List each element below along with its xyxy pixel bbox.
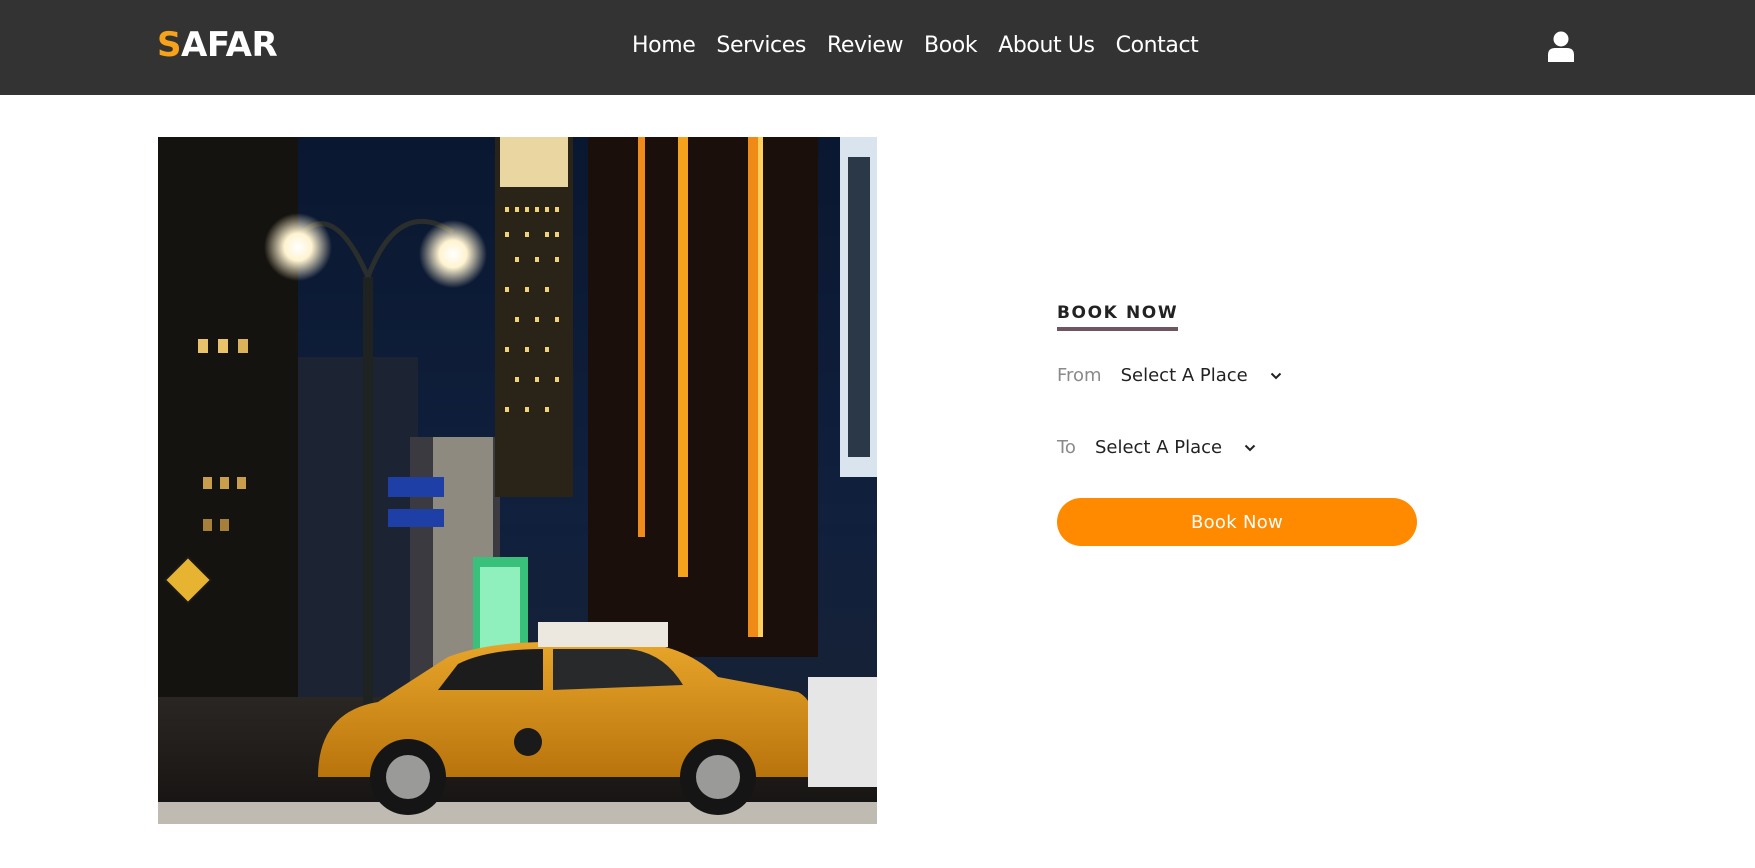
main-nav: Home Services Review Book About Us Conta… (632, 33, 1199, 58)
night-street-taxi-image (158, 137, 877, 824)
to-select[interactable]: Select A Place (1095, 437, 1256, 458)
top-navbar: SAFAR Home Services Review Book About Us… (0, 0, 1755, 95)
user-icon[interactable] (1548, 31, 1574, 62)
book-now-heading: BOOK NOW (1057, 303, 1179, 331)
book-now-button[interactable]: Book Now (1057, 498, 1417, 546)
nav-link-review[interactable]: Review (827, 33, 903, 58)
nav-link-contact[interactable]: Contact (1116, 33, 1199, 58)
nav-link-services[interactable]: Services (716, 33, 806, 58)
to-select-value: Select A Place (1094, 437, 1223, 458)
to-field: To Select A Place (1057, 437, 1256, 458)
city-taxi-photo (158, 137, 877, 824)
logo-text: AFAR (181, 25, 278, 65)
logo[interactable]: SAFAR (157, 25, 278, 65)
from-select-value: Select A Place (1120, 365, 1248, 386)
logo-accent-letter: S (157, 25, 182, 65)
chevron-down-icon (1270, 372, 1281, 379)
nav-link-about-us[interactable]: About Us (998, 33, 1095, 58)
to-label: To (1057, 437, 1076, 458)
from-select[interactable]: Select A Place (1121, 365, 1282, 386)
from-label: From (1057, 365, 1102, 386)
nav-link-book[interactable]: Book (924, 33, 978, 58)
nav-link-home[interactable]: Home (632, 33, 696, 58)
from-field: From Select A Place (1057, 365, 1282, 386)
chevron-down-icon (1244, 444, 1256, 451)
